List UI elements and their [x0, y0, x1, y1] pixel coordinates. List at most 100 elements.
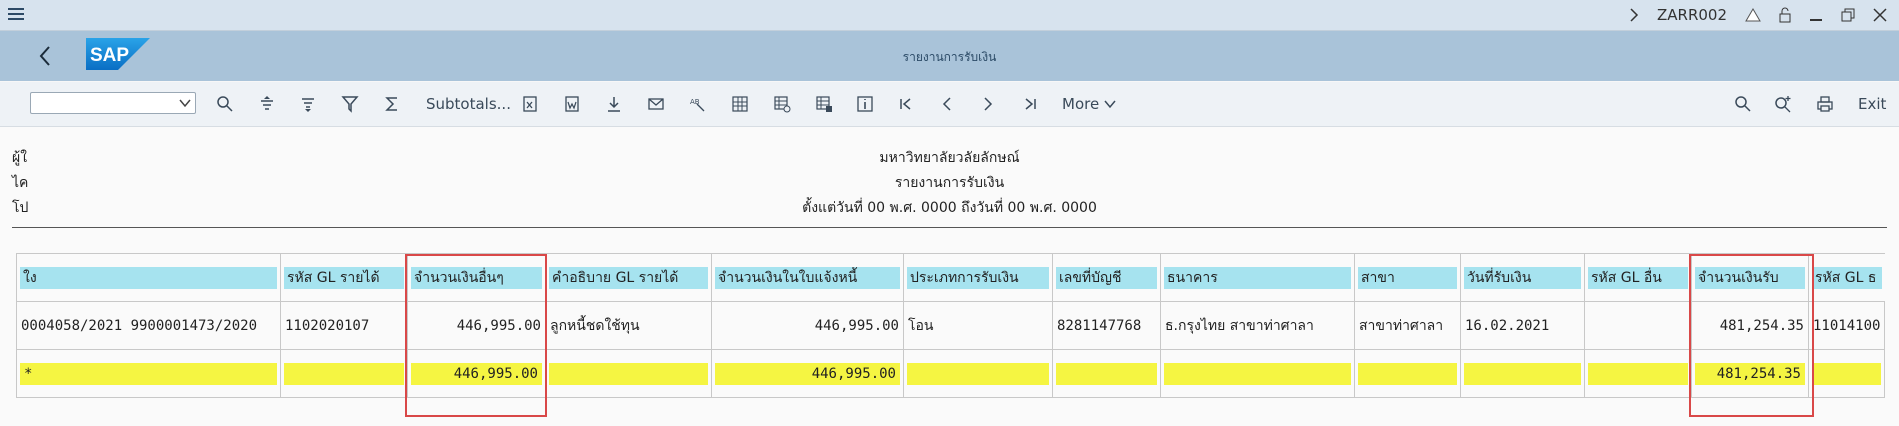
totals-row[interactable]: * 446,995.00 446,995.00 481,254.35 — [16, 349, 1886, 398]
filter-button[interactable] — [341, 92, 359, 116]
graphic-button[interactable] — [731, 92, 749, 116]
table-cell[interactable]: ธ.กรุงไทย สาขาท่าศาลา — [1161, 315, 1354, 337]
layout-select[interactable] — [30, 92, 196, 114]
page-title: รายงานการรับเงิน — [902, 50, 997, 64]
abc-analysis-button[interactable]: AB — [689, 92, 707, 116]
sort-ascending-button[interactable] — [258, 92, 276, 116]
total-cell[interactable]: 446,995.00 — [715, 362, 900, 385]
university-name: มหาวิทยาลัยวลัยลักษณ์ — [879, 150, 1020, 166]
first-page-icon — [900, 98, 911, 110]
download-button[interactable] — [605, 92, 623, 116]
table-cell[interactable]: โอน — [904, 315, 1052, 337]
last-page-button[interactable] — [1021, 92, 1039, 116]
table-cell[interactable]: 0004058/2021 9900001473/2020 — [17, 318, 280, 334]
sort-ascending-icon — [261, 96, 273, 110]
layout-settings-button[interactable] — [773, 92, 791, 116]
date-range: ตั้งแต่วันที่ 00 พ.ศ. 0000 ถึงวันที่ 00 … — [802, 200, 1097, 216]
chevron-left-icon — [942, 97, 951, 111]
table-cell[interactable]: 446,995.00 — [712, 318, 903, 334]
column-header[interactable]: รหัส GL อื่น — [1588, 266, 1688, 289]
table-cell[interactable]: 11014100 — [1809, 318, 1884, 334]
column-header[interactable]: รหัส GL รายได้ — [284, 266, 404, 289]
subtotals-button[interactable]: Subtotals... — [426, 92, 511, 116]
sum-button[interactable] — [383, 92, 401, 116]
chevron-down-icon — [179, 99, 191, 108]
title-bar: ZARR002 — [0, 0, 1899, 31]
table-cell[interactable]: 1102020107 — [281, 318, 407, 334]
total-cell[interactable] — [1358, 362, 1457, 385]
total-cell[interactable] — [1056, 362, 1157, 385]
table-cell[interactable]: ลูกหนี้ชดใช้ทุน — [546, 315, 711, 337]
total-cell[interactable] — [907, 362, 1049, 385]
column-header[interactable]: เลขที่บัญชี — [1056, 266, 1157, 289]
search-icon — [1735, 96, 1751, 112]
find-button[interactable] — [1734, 92, 1752, 116]
sort-descending-button[interactable] — [299, 92, 317, 116]
report-table: ใง รหัส GL รายได้ จำนวนเงินอื่นๆ คำอธิบา… — [16, 253, 1886, 398]
table-settings-icon — [774, 96, 791, 113]
minimize-icon[interactable] — [1809, 8, 1823, 22]
printer-icon — [1817, 96, 1833, 112]
word-processing-button[interactable] — [563, 92, 581, 116]
app-header: SAP รายงานการรับเงิน — [0, 31, 1899, 81]
grid-icon — [732, 96, 748, 112]
toolbar: Subtotals... AB More Exit — [0, 82, 1899, 127]
warning-icon[interactable] — [1745, 8, 1761, 22]
print-button[interactable] — [1816, 92, 1834, 116]
table-cell[interactable]: 16.02.2021 — [1461, 318, 1584, 334]
send-mail-button[interactable] — [647, 92, 665, 116]
close-icon[interactable] — [1873, 8, 1887, 22]
search-plus-icon — [1775, 96, 1791, 113]
column-header[interactable]: ใง — [20, 266, 277, 289]
divider-line — [12, 227, 1887, 228]
save-layout-button[interactable] — [815, 92, 833, 116]
abc-analysis-icon: AB — [690, 98, 705, 112]
restore-icon[interactable] — [1841, 8, 1855, 22]
find-next-button[interactable] — [1774, 92, 1792, 116]
export-spreadsheet-button[interactable] — [521, 92, 539, 116]
highlight-box-received-amount — [1689, 254, 1814, 417]
next-page-button[interactable] — [979, 92, 997, 116]
hamburger-menu-icon[interactable] — [8, 6, 26, 22]
column-header[interactable]: จำนวนเงินในใบแจ้งหนี้ — [715, 266, 900, 289]
column-header[interactable]: สาขา — [1358, 266, 1457, 289]
highlight-box-other-amount — [405, 254, 547, 417]
table-cell[interactable]: สาขาท่าศาลา — [1355, 315, 1460, 337]
last-page-icon — [1025, 98, 1036, 110]
word-icon — [565, 96, 579, 112]
info-button[interactable] — [856, 92, 874, 116]
sigma-icon — [385, 97, 397, 111]
download-icon — [608, 97, 620, 112]
exit-button[interactable]: Exit — [1858, 92, 1886, 116]
chevron-right-icon — [984, 97, 993, 111]
chevron-down-icon — [1104, 100, 1116, 109]
column-header[interactable]: วันที่รับเงิน — [1464, 266, 1581, 289]
total-cell[interactable] — [1464, 362, 1581, 385]
total-cell[interactable]: * — [20, 362, 277, 385]
first-page-button[interactable] — [897, 92, 915, 116]
column-header[interactable]: ธนาคาร — [1164, 266, 1351, 289]
report-area: ผู้ใ ไค โป มหาวิทยาลัยวลัยลักษณ์ รายงานก… — [0, 127, 1899, 426]
system-id: ZARR002 — [1656, 6, 1727, 24]
zoom-details-button[interactable] — [216, 92, 234, 116]
table-cell[interactable]: 8281147768 — [1053, 318, 1160, 334]
magnifier-icon — [217, 96, 233, 112]
previous-page-button[interactable] — [938, 92, 956, 116]
excel-icon — [523, 96, 537, 112]
column-header[interactable]: ประเภทการรับเงิน — [907, 266, 1049, 289]
table-header-row: ใง รหัส GL รายได้ จำนวนเงินอื่นๆ คำอธิบา… — [16, 253, 1885, 302]
total-cell[interactable] — [1812, 362, 1882, 385]
info-icon — [857, 96, 873, 112]
total-cell[interactable] — [549, 362, 708, 385]
chevron-right-icon[interactable] — [1629, 8, 1639, 22]
table-row[interactable]: 0004058/2021 9900001473/2020 1102020107 … — [16, 301, 1886, 350]
total-cell[interactable] — [1164, 362, 1351, 385]
column-header[interactable]: คำอธิบาย GL รายได้ — [549, 266, 708, 289]
total-cell[interactable] — [1588, 362, 1688, 385]
unlock-icon[interactable] — [1779, 7, 1791, 23]
total-cell[interactable] — [284, 362, 404, 385]
column-header[interactable]: รหัส GL ธ — [1812, 266, 1882, 289]
report-title: รายงานการรับเงิน — [894, 175, 1005, 191]
filter-icon — [341, 96, 359, 113]
more-button[interactable]: More — [1062, 92, 1116, 116]
